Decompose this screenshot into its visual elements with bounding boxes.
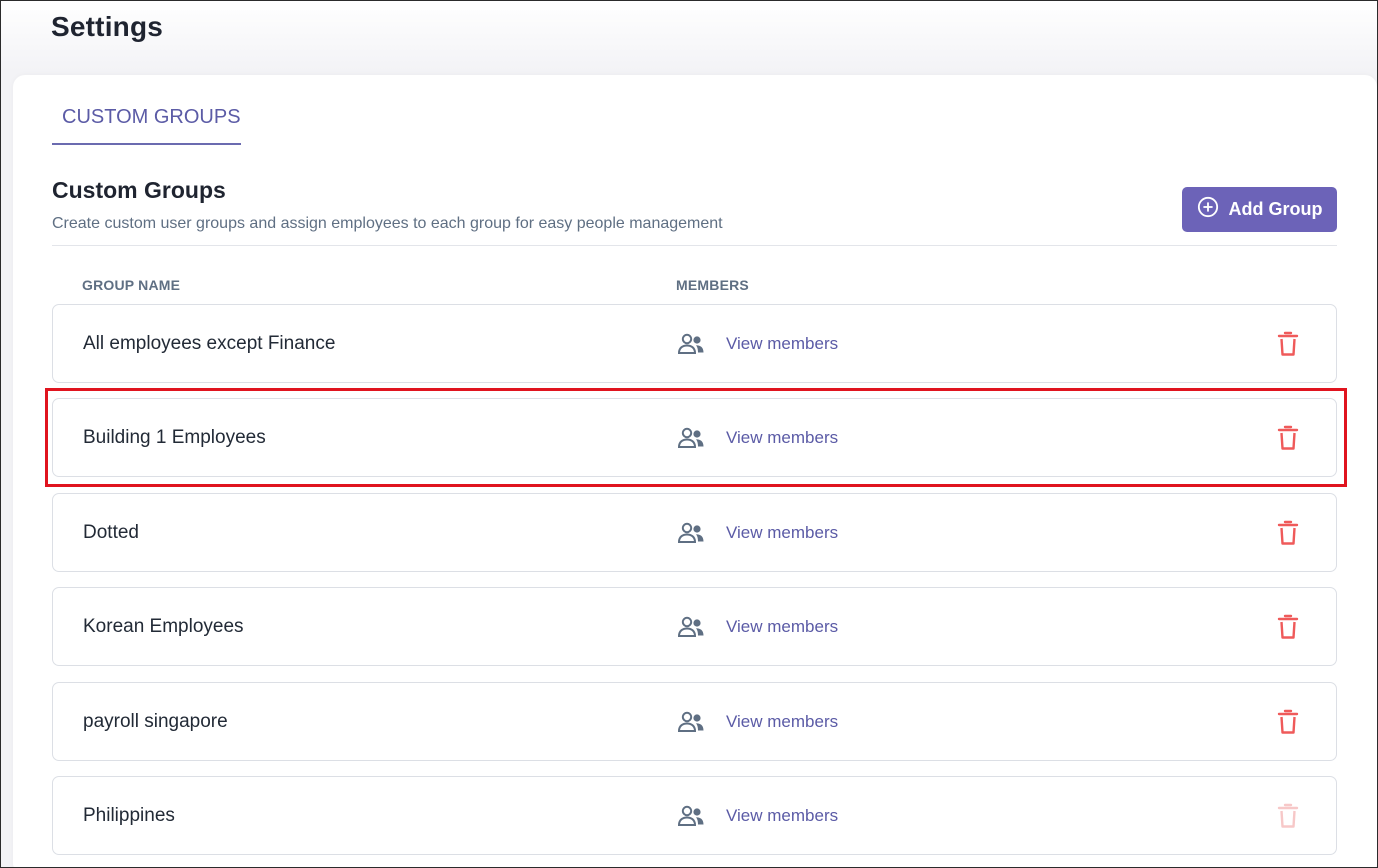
table-row: Korean Employees View members [52,587,1337,666]
trash-icon[interactable] [1277,331,1299,357]
group-name: Building 1 Employees [83,426,266,448]
trash-icon[interactable] [1277,425,1299,451]
users-icon [677,333,705,355]
divider [52,245,1337,246]
view-members-link[interactable]: View members [726,399,838,476]
view-members-link[interactable]: View members [726,588,838,665]
view-members-link[interactable]: View members [726,494,838,571]
users-icon [677,522,705,544]
users-icon [677,427,705,449]
tab-custom-groups[interactable]: CUSTOM GROUPS [52,105,241,145]
users-icon [677,711,705,733]
users-icon [677,616,705,638]
group-name: All employees except Finance [83,332,336,354]
section-title: Custom Groups [52,177,226,203]
view-members-link[interactable]: View members [726,777,838,854]
view-members-link[interactable]: View members [726,305,838,382]
view-members-link[interactable]: View members [726,683,838,760]
trash-icon[interactable] [1277,709,1299,735]
table-row: Philippines View members [52,776,1337,855]
column-header-members: MEMBERS [676,277,749,293]
add-group-button[interactable]: Add Group [1182,187,1337,232]
table-row: All employees except Finance View members [52,304,1337,383]
table-row: payroll singapore View members [52,682,1337,761]
section-description: Create custom user groups and assign emp… [52,215,723,232]
trash-icon[interactable] [1277,803,1299,829]
app-window: Settings CUSTOM GROUPS Custom Groups Cre… [0,0,1378,868]
group-name: Dotted [83,521,139,543]
page-title: Settings [51,11,164,42]
plus-circle-icon [1197,196,1219,223]
trash-icon[interactable] [1277,614,1299,640]
table-row: Dotted View members [52,493,1337,572]
group-name: Philippines [83,804,175,826]
trash-icon[interactable] [1277,520,1299,546]
column-header-group-name: GROUP NAME [82,277,181,293]
table-row: Building 1 Employees View members [52,398,1337,477]
users-icon [677,805,705,827]
group-name: payroll singapore [83,710,228,732]
group-name: Korean Employees [83,615,244,637]
add-group-label: Add Group [1228,199,1323,219]
